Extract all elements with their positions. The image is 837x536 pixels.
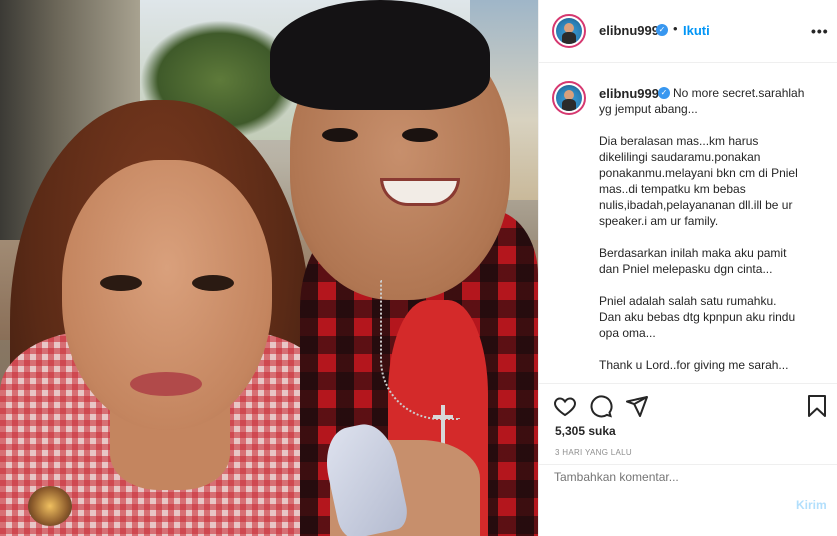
avatar[interactable] xyxy=(552,14,586,48)
caption-text: No more secret.sarahlah yg jemput abang..… xyxy=(599,85,827,373)
comment-box: Kirim xyxy=(539,464,837,536)
follow-button[interactable]: Ikuti xyxy=(683,23,710,38)
woman-eye-left xyxy=(100,275,142,291)
action-bar xyxy=(539,383,837,428)
caption-line: Thank u Lord..for giving me sarah... xyxy=(599,358,789,372)
man-hair xyxy=(270,0,490,110)
avatar-image xyxy=(556,85,582,111)
woman-lips xyxy=(130,372,202,396)
cross-pendant xyxy=(433,405,453,445)
separator-dot: • xyxy=(673,21,678,36)
verified-badge-icon: ✓ xyxy=(656,24,668,36)
caption-line: ponakanmu.melayani bkn cm di Pniel xyxy=(599,166,798,180)
post-header: elibnu999 ✓ • Ikuti ••• xyxy=(539,0,837,63)
post-timestamp[interactable]: 3 HARI YANG LALU xyxy=(555,448,632,457)
caption-area: elibnu999 ✓ No more secret.sarahlah yg je… xyxy=(539,63,837,383)
likes-count[interactable]: 5,305 suka xyxy=(555,424,616,438)
caption-line: yg jemput abang... xyxy=(599,102,698,116)
comment-icon[interactable] xyxy=(589,394,613,418)
caption-line: speaker.i am ur family. xyxy=(599,214,719,228)
caption-line: Dia beralasan mas...km harus xyxy=(599,134,759,148)
caption-line: opa oma... xyxy=(599,326,656,340)
caption-line: Pniel adalah salah satu rumahku. xyxy=(599,294,777,308)
caption-line: Dan aku bebas dtg kpnpun aku rindu xyxy=(599,310,796,324)
caption-avatar[interactable] xyxy=(552,81,586,115)
caption-line: No more secret.sarahlah xyxy=(673,86,805,100)
post-sidebar: elibnu999 ✓ • Ikuti ••• elibnu999 ✓ No m… xyxy=(538,0,837,536)
caption-line: mas..di tempatku km bebas xyxy=(599,182,746,196)
caption-line: Berdasarkan inilah maka aku pamit xyxy=(599,246,787,260)
bookmark-icon[interactable] xyxy=(805,394,829,418)
post-photo[interactable] xyxy=(0,0,538,536)
comment-input[interactable] xyxy=(554,470,784,484)
woman-eye-right xyxy=(192,275,234,291)
caption-line: dikelilingi saudaramu.ponakan xyxy=(599,150,761,164)
share-icon[interactable] xyxy=(625,394,649,418)
heart-icon[interactable] xyxy=(553,394,577,418)
man-eye-left xyxy=(322,128,358,142)
caption-line: nulis,ibadah,pelayananan dll.ill be ur xyxy=(599,198,793,212)
man-eye-right xyxy=(402,128,438,142)
post-comment-button[interactable]: Kirim xyxy=(796,498,827,512)
shirt-burger-badge xyxy=(28,486,72,526)
more-options-icon[interactable]: ••• xyxy=(811,23,829,39)
username-link[interactable]: elibnu999 xyxy=(599,23,659,38)
caption-line: dan Pniel melepasku dgn cinta... xyxy=(599,262,773,276)
avatar-image xyxy=(556,18,582,44)
